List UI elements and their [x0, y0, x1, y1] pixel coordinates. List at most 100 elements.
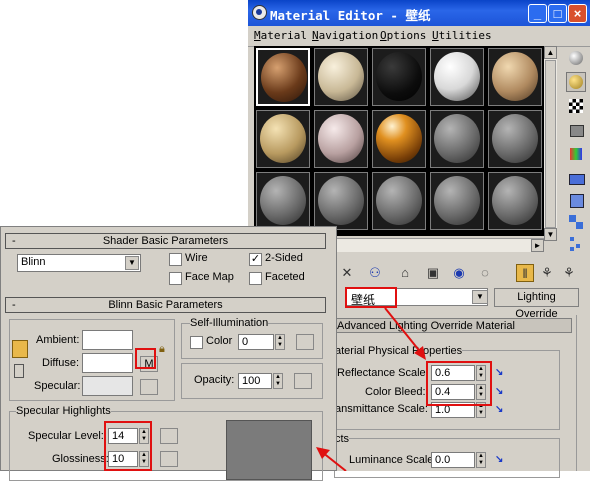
luminance-link-icon[interactable]: ↘	[495, 454, 503, 465]
material-sphere-preview	[492, 176, 538, 225]
make-preview-icon[interactable]	[566, 168, 586, 188]
menu-options[interactable]: Options	[380, 29, 426, 42]
specular-label: Specular:	[34, 380, 81, 392]
scroll-thumb[interactable]	[545, 60, 556, 228]
opacity-input[interactable]: 100	[238, 373, 272, 389]
faceted-checkbox[interactable]	[249, 272, 262, 285]
go-to-parent-icon[interactable]: ◌	[476, 264, 494, 282]
shader-type-dropdown[interactable]: Blinn ▼	[17, 254, 141, 272]
self-illum-map-button[interactable]	[296, 334, 314, 350]
material-sphere-preview	[376, 52, 422, 101]
wire-checkbox[interactable]	[169, 253, 182, 266]
scroll-up-arrow-icon[interactable]: ▲	[544, 46, 557, 59]
face-map-checkbox[interactable]	[169, 272, 182, 285]
diffuse-color-swatch[interactable]	[82, 353, 133, 373]
glossiness-map-button[interactable]	[160, 451, 178, 467]
menu-navigation[interactable]: Navigation	[312, 29, 378, 42]
color-bleed-label: Color Bleed:	[365, 386, 426, 398]
specular-map-button[interactable]	[140, 379, 158, 395]
highlight-reflectance-colorbleed	[426, 361, 492, 406]
scroll-right-arrow-icon[interactable]: ►	[531, 239, 544, 252]
sample-slot[interactable]	[314, 172, 368, 230]
sample-slot[interactable]	[430, 48, 484, 106]
sample-slot[interactable]	[430, 110, 484, 168]
color-bleed-link-icon[interactable]: ↘	[495, 386, 503, 397]
material-sphere-preview	[492, 52, 538, 101]
title-bar[interactable]: Material Editor - 壁纸 _ □ ×	[248, 0, 590, 26]
two-sided-checkbox[interactable]: ✓	[249, 253, 262, 266]
go-forward-sibling-icon[interactable]: ‖	[516, 264, 534, 282]
put-to-library-icon[interactable]: ⚇	[366, 264, 384, 282]
show-map-in-viewport-icon[interactable]: ▣	[424, 264, 442, 282]
sample-slot[interactable]	[314, 110, 368, 168]
sample-slot[interactable]	[256, 110, 310, 168]
material-map-navigator-icon[interactable]	[566, 234, 586, 254]
opacity-spinner[interactable]: ▲ ▼	[273, 373, 283, 389]
minimize-button[interactable]: _	[528, 4, 547, 23]
effects-group: cts Luminance Scale: 0.0 ▲ ▼ ↘	[334, 433, 560, 478]
self-illum-color-checkbox[interactable]	[190, 336, 203, 349]
shader-basic-rollout-header[interactable]: - Shader Basic Parameters	[5, 233, 326, 249]
ambient-color-swatch[interactable]	[82, 330, 133, 350]
highlight-specular-glossiness	[104, 421, 152, 471]
shader-basic-title: Shader Basic Parameters	[102, 235, 229, 247]
opacity-map-button[interactable]	[294, 373, 312, 389]
backlight-icon[interactable]	[566, 72, 586, 92]
specular-level-map-button[interactable]	[160, 428, 178, 444]
sample-slot[interactable]	[372, 48, 426, 106]
sample-type-sphere-icon[interactable]	[566, 48, 586, 68]
material-name-dropdown-arrow-icon[interactable]: ▼	[472, 290, 488, 304]
material-sphere-preview	[261, 53, 307, 102]
sample-slot[interactable]	[314, 48, 368, 106]
material-sphere-preview	[376, 176, 422, 225]
blinn-basic-rollout-header[interactable]: - Blinn Basic Parameters	[5, 297, 326, 313]
lighting-override-rollout-header[interactable]: Advanced Lighting Override Material	[334, 318, 572, 333]
highlight-diffuse-map-button	[135, 348, 156, 369]
panel-scrollbar[interactable]	[576, 315, 589, 471]
background-checker-icon[interactable]	[566, 96, 586, 116]
menu-utilities[interactable]: Utilities	[432, 29, 492, 42]
show-end-result-icon[interactable]: ◉	[450, 264, 468, 282]
sample-slot[interactable]	[488, 172, 542, 230]
video-color-check-icon[interactable]	[566, 144, 586, 164]
material-sphere-preview	[260, 114, 306, 163]
maximize-button[interactable]: □	[548, 4, 567, 23]
blinn-basic-title: Blinn Basic Parameters	[108, 299, 223, 311]
lock-icon[interactable]: 🔒︎	[159, 343, 171, 357]
app-icon	[252, 5, 267, 20]
options-icon[interactable]	[566, 190, 586, 210]
wire-label: Wire	[185, 252, 208, 264]
sample-vertical-scrollbar[interactable]: ▲ ▼	[544, 46, 557, 241]
self-illum-color-label: Color	[206, 335, 233, 347]
specular-level-label: Specular Level:	[28, 430, 104, 442]
close-button[interactable]: ×	[568, 4, 587, 23]
menu-material[interactable]: Material	[254, 29, 307, 42]
sample-slot[interactable]	[488, 48, 542, 106]
select-by-material-icon[interactable]	[566, 212, 586, 232]
pick-material-icon[interactable]: ⚘	[538, 264, 556, 282]
lock-ambient-diffuse-icon[interactable]	[12, 340, 28, 358]
reflectance-scale-label: Reflectance Scale:	[337, 367, 429, 379]
luminance-spinner[interactable]: ▲ ▼	[476, 452, 486, 468]
sample-slot[interactable]	[256, 172, 310, 230]
self-illum-spinner[interactable]: ▲ ▼	[275, 334, 285, 350]
sample-slot[interactable]	[372, 172, 426, 230]
reflectance-link-icon[interactable]: ↘	[495, 367, 503, 378]
sample-slot[interactable]	[256, 48, 310, 106]
scroll-down-arrow-icon[interactable]: ▼	[544, 228, 557, 241]
transmittance-link-icon[interactable]: ↘	[495, 404, 503, 415]
sample-slot[interactable]	[488, 110, 542, 168]
specular-color-swatch[interactable]	[82, 376, 133, 396]
delete-icon[interactable]: ✕	[338, 264, 356, 282]
luminance-scale-input[interactable]: 0.0	[431, 452, 475, 468]
lock-diffuse-specular-icon[interactable]	[14, 364, 24, 378]
pick-from-object-icon[interactable]: ⚘	[560, 264, 578, 282]
sample-slot[interactable]	[430, 172, 484, 230]
chevron-down-icon[interactable]: ▼	[125, 256, 139, 270]
material-type-button[interactable]: Lighting Override	[494, 288, 579, 320]
material-sphere-preview	[434, 114, 480, 163]
material-effects-channel-icon[interactable]: ⌂	[396, 264, 414, 282]
self-illum-input[interactable]: 0	[238, 334, 274, 350]
sample-uv-tiling-icon[interactable]	[566, 120, 586, 140]
sample-slot[interactable]	[372, 110, 426, 168]
